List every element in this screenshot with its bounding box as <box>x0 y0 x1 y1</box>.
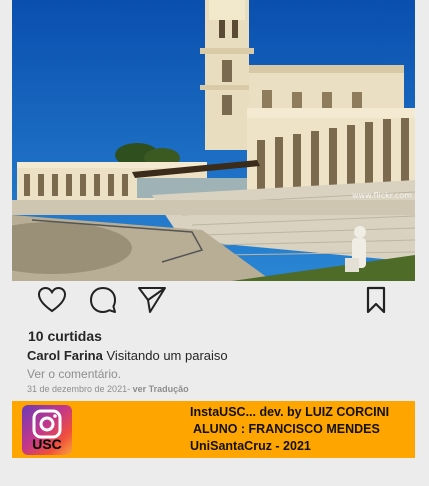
post-actions-bar <box>0 284 429 320</box>
credits-banner: USC InstaUSC... dev. by LUIZ CORCINI ALU… <box>12 401 415 458</box>
view-comments-link[interactable]: Ver o comentário. <box>27 367 121 381</box>
heart-icon[interactable] <box>36 284 68 316</box>
post-date: 31 de dezembro de 2021- ver Tradução <box>27 384 189 394</box>
credits-text: InstaUSC... dev. by LUIZ CORCINI ALUNO :… <box>190 404 389 455</box>
credits-line-student: ALUNO : FRANCISCO MENDES <box>193 422 380 436</box>
logo-label: USC <box>32 436 62 452</box>
credits-line-dev: InstaUSC... dev. by LUIZ CORCINI <box>190 405 390 419</box>
bookmark-icon[interactable] <box>360 284 392 316</box>
post-photo[interactable]: www.flickr.com <box>12 0 415 281</box>
translate-link[interactable]: ver Tradução <box>133 384 189 394</box>
likes-count[interactable]: 10 curtidas <box>28 328 102 344</box>
post-caption: Carol Farina Visitando um paraiso <box>27 348 228 363</box>
date-text: 31 de dezembro de 2021 <box>27 384 128 394</box>
caption-text: Visitando um paraiso <box>102 348 228 363</box>
username-link[interactable]: Carol Farina <box>27 348 103 363</box>
comment-icon[interactable] <box>87 284 119 316</box>
instagram-usc-logo: USC <box>22 405 72 455</box>
paper-plane-icon[interactable] <box>136 284 168 316</box>
credits-line-school: UniSantaCruz - 2021 <box>190 439 311 453</box>
watermark-text: www.flickr.com <box>352 191 412 200</box>
